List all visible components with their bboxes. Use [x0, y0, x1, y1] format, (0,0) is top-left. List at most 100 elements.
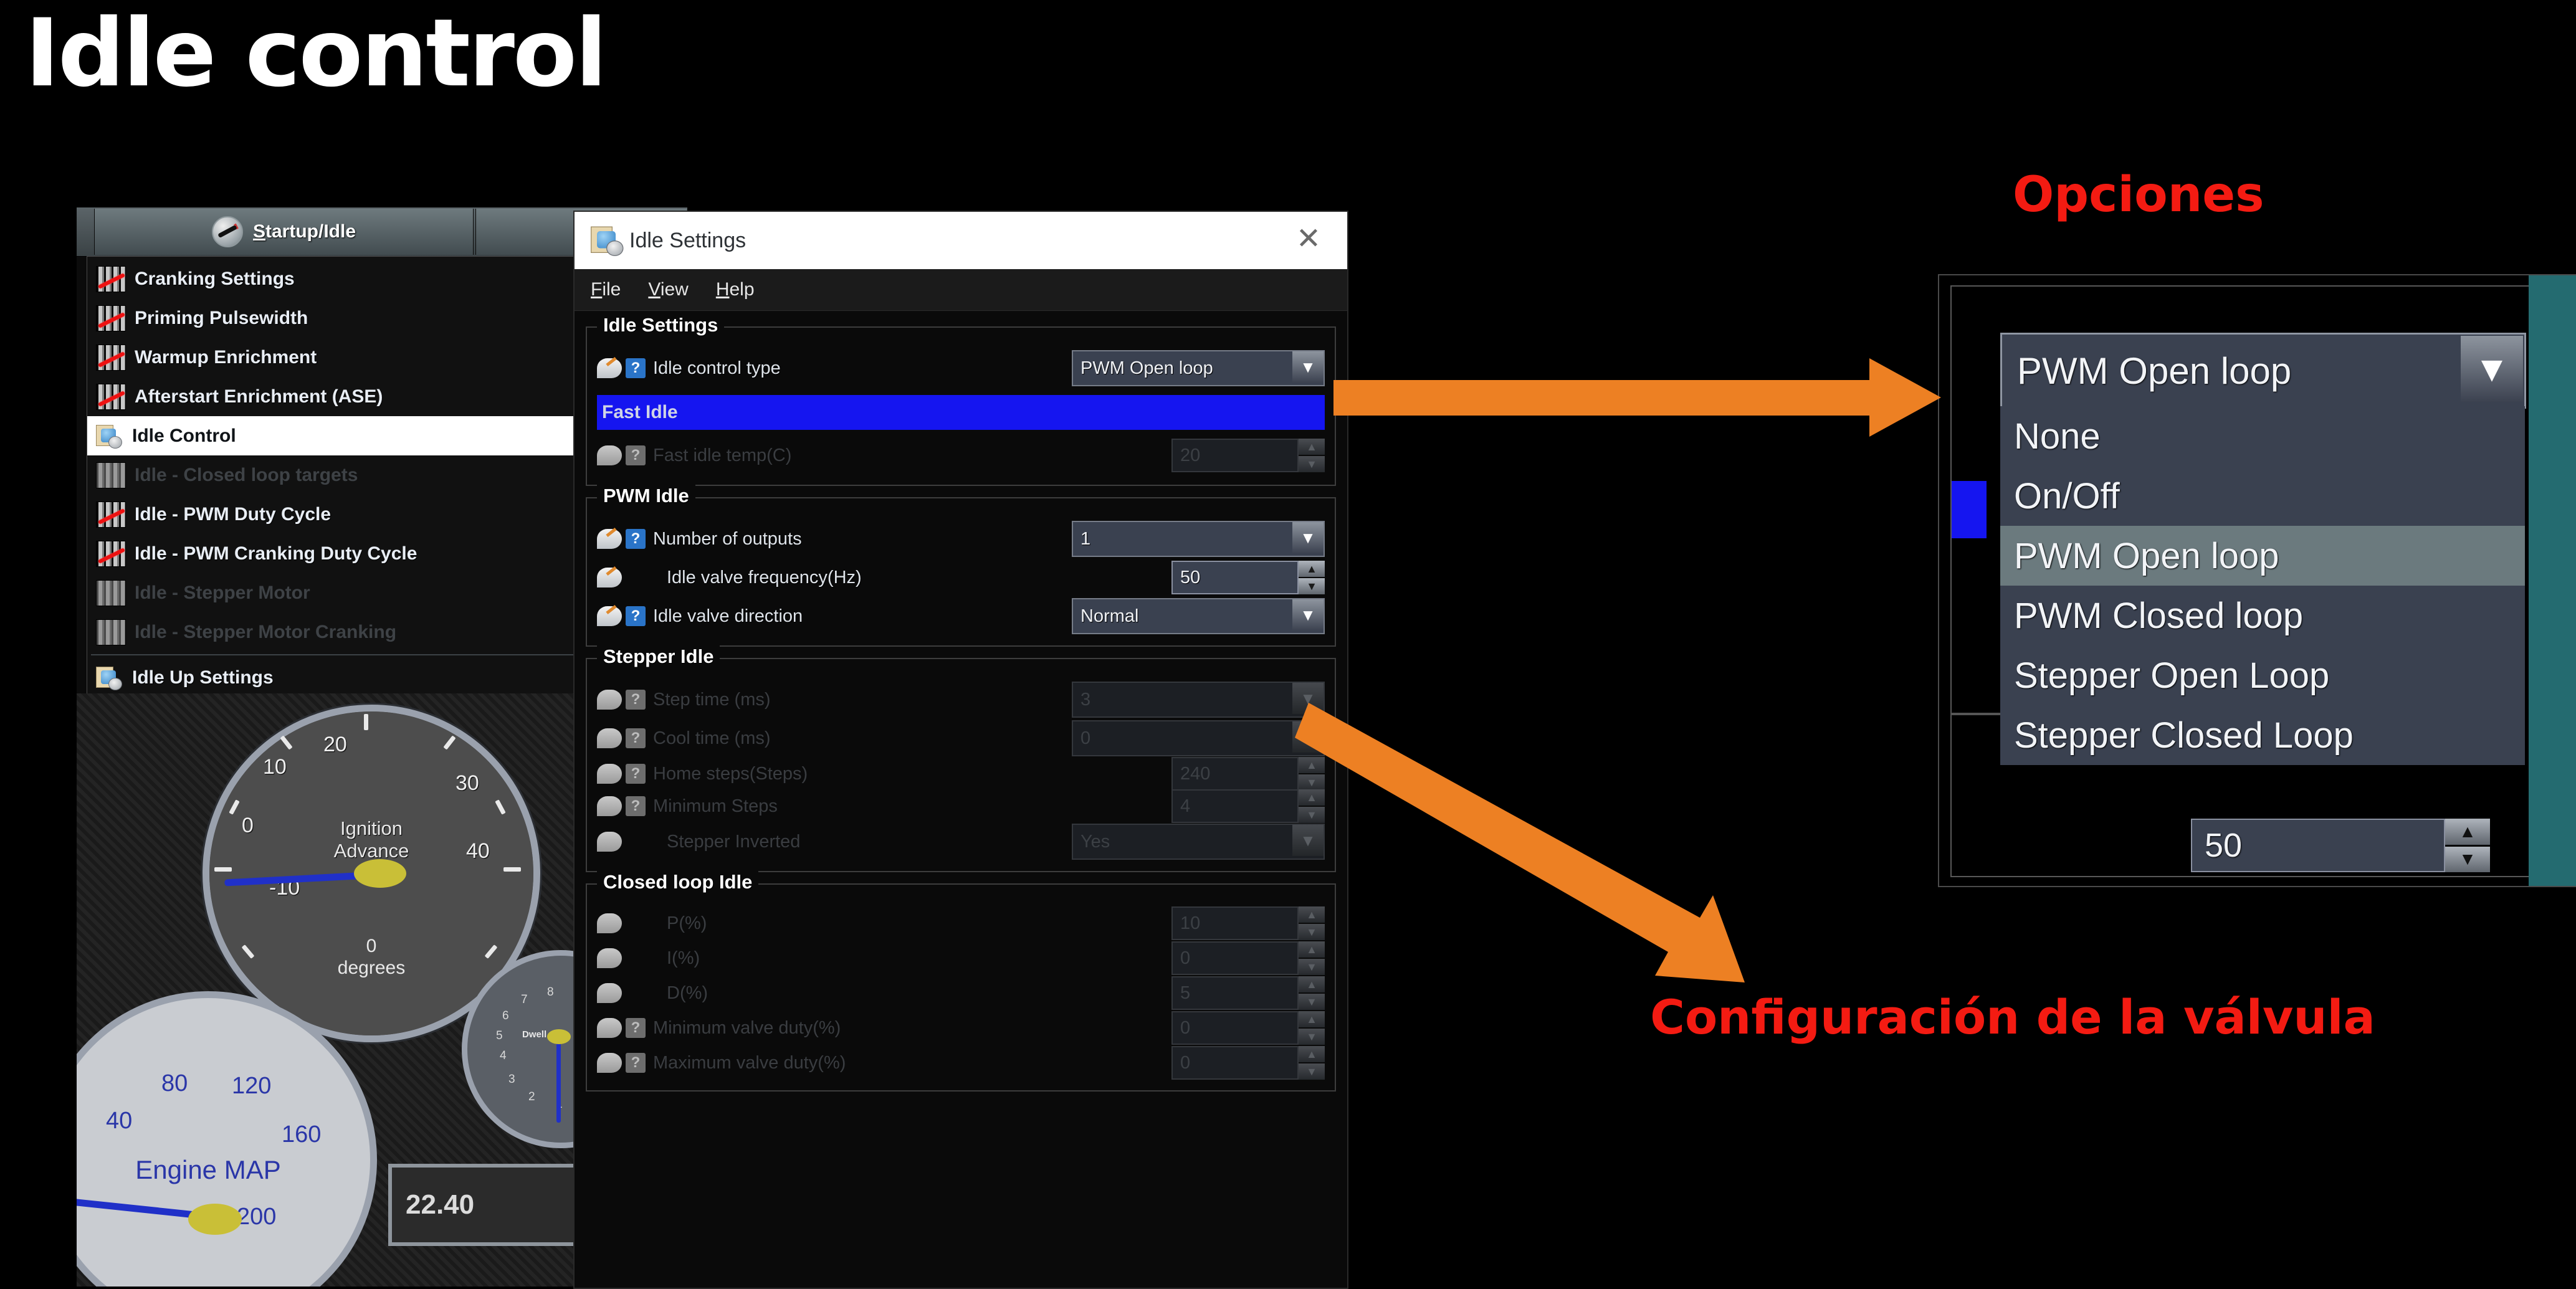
gauge-title: Ignition Advance — [209, 817, 533, 862]
group-title: Idle Settings — [597, 314, 724, 336]
dialog-titlebar: Idle Settings ✕ — [575, 212, 1347, 269]
spinner-up-icon[interactable]: ▲ — [2445, 819, 2490, 845]
row-stepper-inverted: ? Stepper Inverted Yes ▼ — [597, 822, 1325, 861]
field-label: Home steps(Steps) — [653, 764, 1171, 784]
idle-control-type-combo[interactable]: PWM Open loop ▼ — [1072, 350, 1325, 386]
help-icon[interactable]: ? — [626, 606, 646, 626]
spinner-value: 0 — [1171, 1046, 1299, 1080]
row-number-of-outputs: ? Number of outputs 1 ▼ — [597, 520, 1325, 558]
row-idle-valve-frequency: ? Idle valve frequency(Hz) 50 ▲ ▼ — [597, 558, 1325, 597]
help-icon: ? — [626, 1053, 646, 1073]
tree-item-idle-pwm-duty-cycle[interactable]: Idle - PWM Duty Cycle — [87, 495, 621, 534]
spinner-value[interactable]: 50 — [2191, 819, 2445, 872]
spinner-down-icon[interactable]: ▼ — [1299, 578, 1325, 594]
help-icon[interactable]: ? — [626, 529, 646, 549]
row-cool-time: ? Cool time (ms) 0 ▼ — [597, 719, 1325, 758]
gauge-tick-30: 30 — [456, 771, 479, 796]
help-icon[interactable]: ? — [626, 358, 646, 378]
idle-valve-direction-combo[interactable]: Normal ▼ — [1072, 598, 1325, 634]
fast-idle-banner-label: Fast Idle — [602, 402, 678, 423]
tree-item-label: Idle Up Settings — [132, 667, 274, 688]
spinner-down-icon[interactable]: ▼ — [2445, 847, 2490, 873]
idle-valve-direction-control[interactable]: Normal ▼ — [1072, 599, 1325, 633]
idle-control-type-combo-zoom[interactable]: PWM Open loop ▼ — [2000, 333, 2526, 409]
menu-view[interactable]: View — [648, 279, 688, 300]
number-of-outputs-combo[interactable]: 1 ▼ — [1072, 521, 1325, 557]
maximum-valve-duty-spinner: 0 ▲ ▼ — [1171, 1046, 1325, 1080]
spinner-value: 0 — [1171, 941, 1299, 975]
spinner-up-icon[interactable]: ▲ — [1299, 561, 1325, 577]
spinner-buttons[interactable]: ▲ ▼ — [2445, 819, 2490, 872]
group-title: Stepper Idle — [597, 645, 720, 668]
tab-startup-idle-label: Startup/Idle — [253, 221, 356, 242]
arrow-to-valve-config — [1309, 673, 1820, 1022]
row-icons: ? — [597, 568, 653, 587]
dropdown-option-none[interactable]: None — [2000, 406, 2525, 466]
settings-tree: Cranking Settings Priming Pulsewidth War… — [87, 256, 621, 702]
tooltip-icon — [597, 529, 622, 549]
chevron-down-icon[interactable]: ▼ — [1292, 599, 1324, 630]
tree-item-warmup-enrichment[interactable]: Warmup Enrichment — [87, 338, 621, 377]
tree-item-label: Idle - Stepper Motor Cranking — [135, 622, 396, 643]
field-label: Number of outputs — [653, 529, 1072, 549]
row-icons: ? — [597, 445, 653, 465]
menu-help[interactable]: Help — [716, 279, 755, 300]
gauge-needle — [556, 1035, 561, 1123]
spinner-buttons[interactable]: ▲ ▼ — [1299, 561, 1325, 594]
field-label: Step time (ms) — [653, 690, 1072, 710]
dropdown-option-pwm-closed-loop[interactable]: PWM Closed loop — [2000, 586, 2525, 645]
spinner-buttons: ▲ ▼ — [1299, 1046, 1325, 1080]
cool-time-control: 0 ▼ — [1072, 721, 1325, 755]
row-icons: ? — [597, 728, 653, 748]
chevron-down-icon[interactable]: ▼ — [2461, 336, 2523, 402]
row-idle-control-type: ? Idle control type PWM Open loop ▼ — [597, 349, 1325, 388]
idle-valve-frequency-spinner-zoom[interactable]: 50 ▲ ▼ — [2191, 819, 2490, 872]
tab-startup-idle[interactable]: Startup/Idle — [94, 209, 474, 255]
spinner-value[interactable]: 50 — [1171, 561, 1299, 594]
menu-file[interactable]: File — [591, 279, 621, 300]
chevron-down-icon[interactable]: ▼ — [1292, 351, 1324, 383]
stepper-inverted-combo: Yes ▼ — [1072, 824, 1325, 860]
help-icon: ? — [626, 690, 646, 710]
tree-item-idle-closed-loop-targets: Idle - Closed loop targets — [87, 455, 621, 495]
background-strip — [2529, 275, 2576, 886]
gauge-hub — [354, 859, 406, 888]
i-percent-spinner: 0 ▲ ▼ — [1171, 941, 1325, 975]
tooltip-icon — [597, 606, 622, 626]
close-icon[interactable]: ✕ — [1292, 224, 1325, 257]
tree-item-idle-control[interactable]: Idle Control — [87, 416, 621, 455]
table-icon — [96, 266, 126, 292]
dropdown-option-stepper-closed-loop[interactable]: Stepper Closed Loop — [2000, 705, 2525, 765]
row-icons: ? — [597, 358, 653, 378]
tooltip-icon — [597, 358, 622, 378]
gauge-tick-8: 8 — [547, 986, 554, 999]
gauge-tick-120: 120 — [232, 1073, 271, 1100]
spinner-value: 0 — [1171, 1011, 1299, 1045]
tree-item-idle-up-settings[interactable]: Idle Up Settings — [87, 658, 621, 697]
number-of-outputs-control[interactable]: 1 ▼ — [1072, 522, 1325, 556]
tree-item-cranking-settings[interactable]: Cranking Settings — [87, 259, 621, 298]
idle-valve-frequency-spinner[interactable]: 50 ▲ ▼ — [1171, 561, 1325, 594]
dropdown-zoom-panel: PWM Open loop ▼ None On/Off PWM Open loo… — [1938, 274, 2576, 887]
tree-item-priming-pulsewidth[interactable]: Priming Pulsewidth — [87, 298, 621, 338]
dropdown-option-stepper-open-loop[interactable]: Stepper Open Loop — [2000, 645, 2525, 705]
idle-control-type-control[interactable]: PWM Open loop ▼ — [1072, 351, 1325, 385]
tree-item-afterstart-enrichment[interactable]: Afterstart Enrichment (ASE) — [87, 377, 621, 416]
dropdown-option-pwm-open-loop[interactable]: PWM Open loop — [2000, 526, 2525, 586]
gauge-hub — [547, 1029, 571, 1044]
field-label: Minimum valve duty(%) — [653, 1018, 1171, 1039]
row-maximum-valve-duty: ? Maximum valve duty(%) 0 ▲ ▼ — [597, 1045, 1325, 1080]
dropdown-option-on-off[interactable]: On/Off — [2000, 466, 2525, 526]
table-icon — [96, 541, 126, 567]
group-pwm-idle: PWM Idle ? Number of outputs 1 ▼ ? — [586, 497, 1336, 647]
idle-valve-frequency-control[interactable]: 50 ▲ ▼ — [1171, 561, 1325, 594]
combo-value: 1 — [1073, 529, 1090, 549]
tree-item-idle-pwm-cranking-duty-cycle[interactable]: Idle - PWM Cranking Duty Cycle — [87, 534, 621, 573]
combo-value: 0 — [1073, 728, 1090, 749]
annotation-opciones: Opciones — [2013, 168, 2264, 222]
chevron-down-icon[interactable]: ▼ — [1292, 522, 1324, 553]
group-stepper-idle: Stepper Idle ? Step time (ms) 3 ▼ ? — [586, 658, 1336, 872]
table-icon — [96, 580, 126, 606]
field-label: Idle valve direction — [653, 606, 1072, 627]
gauge-tick-3: 3 — [508, 1073, 515, 1087]
